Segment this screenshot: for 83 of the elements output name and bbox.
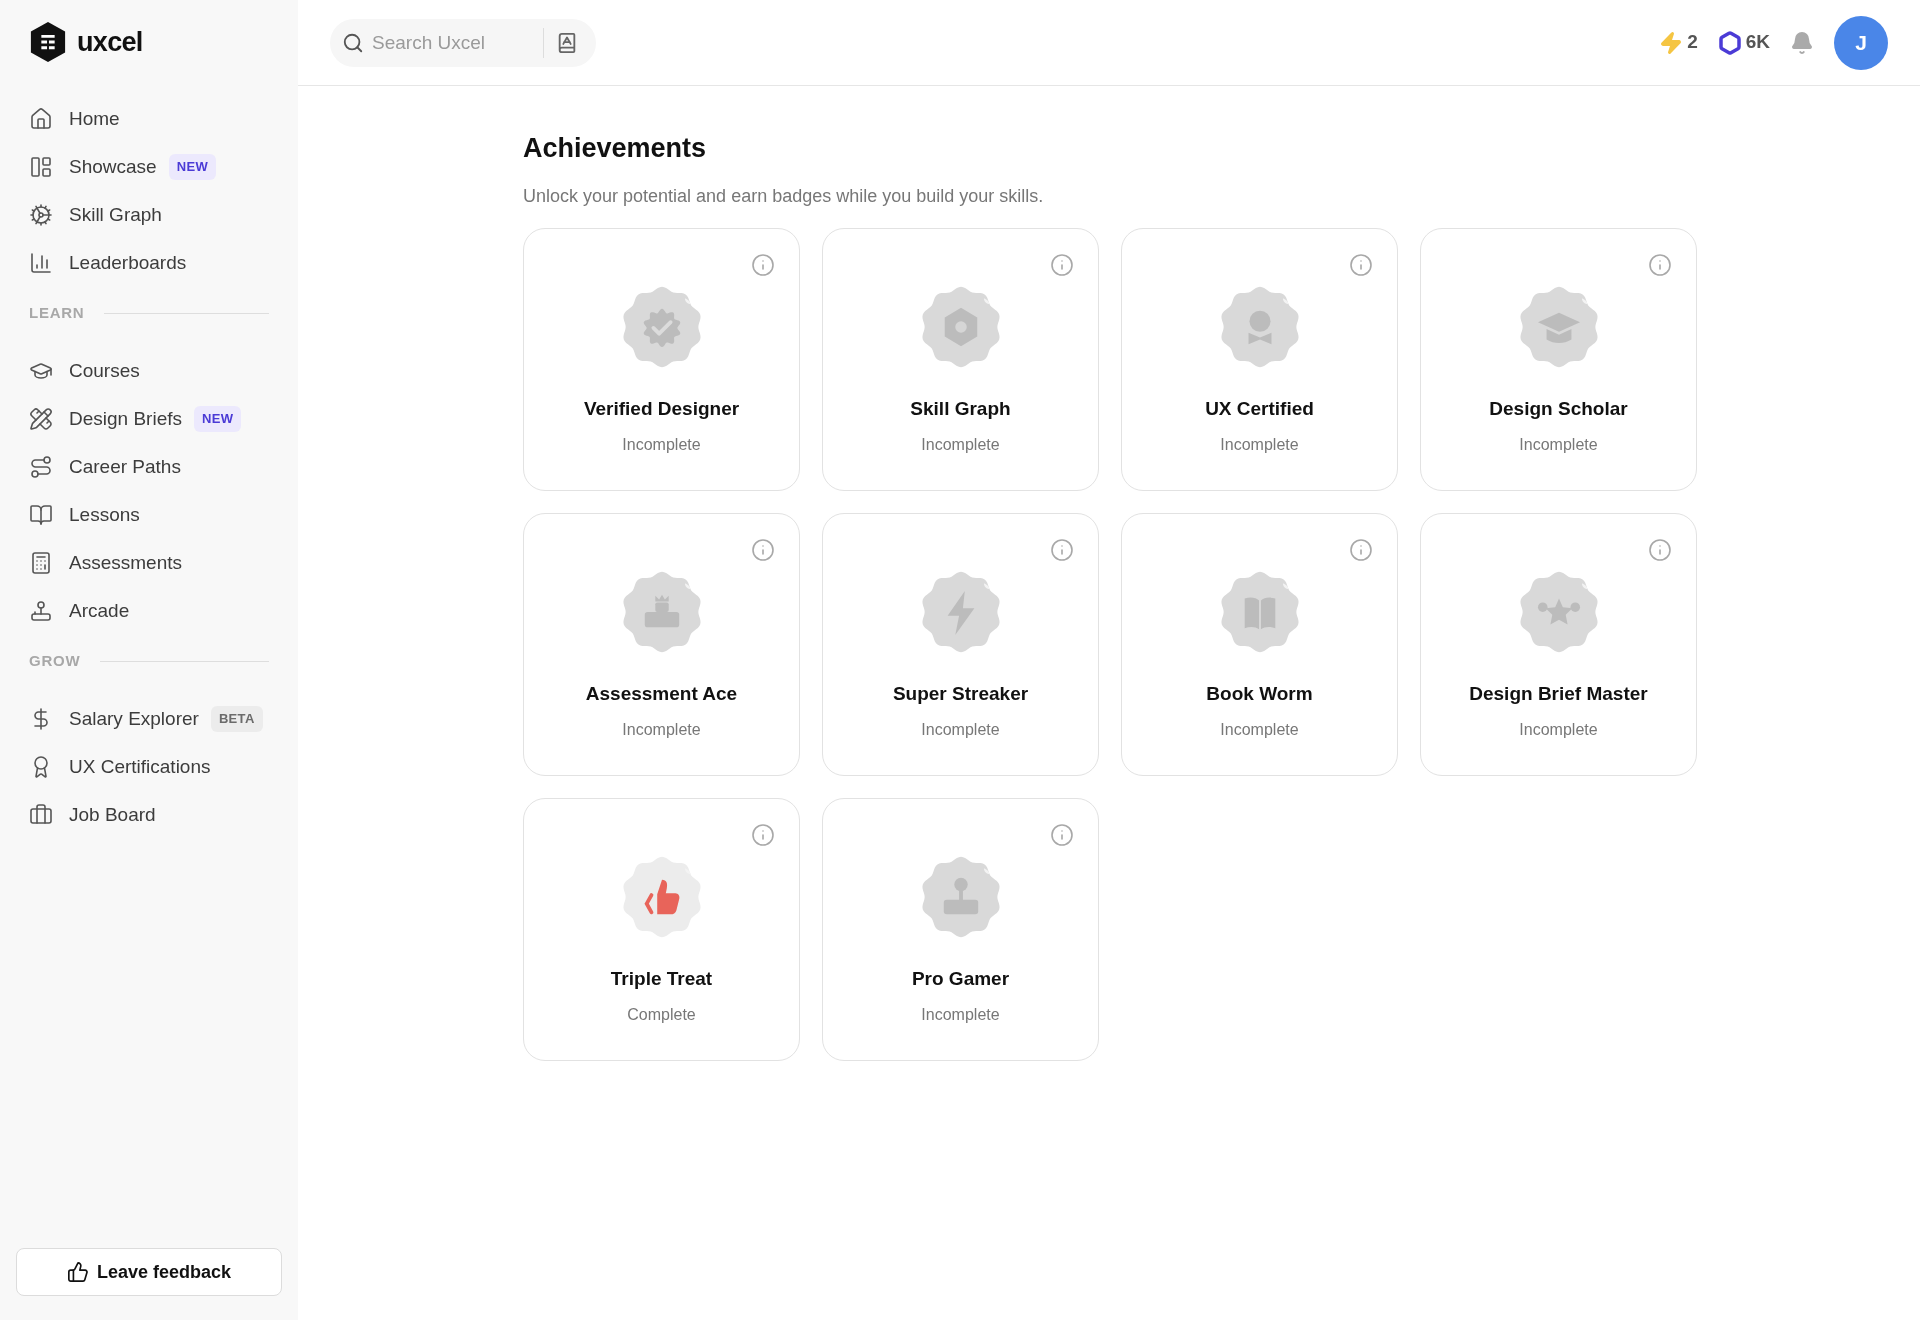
nav-item[interactable]: Home xyxy=(0,95,298,143)
achievement-card[interactable]: Verified Designer Incomplete xyxy=(523,227,800,491)
info-icon[interactable] xyxy=(1349,252,1373,277)
achievement-status: Incomplete xyxy=(622,720,701,740)
page-subtitle: Unlock your potential and earn badges while you build your skills. xyxy=(523,184,1045,208)
info-icon[interactable] xyxy=(751,252,775,277)
section-heading: GROW xyxy=(29,650,81,671)
logo-icon xyxy=(29,21,67,63)
achievement-status: Incomplete xyxy=(1220,720,1299,740)
info-icon[interactable] xyxy=(1648,537,1672,562)
lightning-icon xyxy=(1659,30,1684,55)
gem-count: 6K xyxy=(1745,30,1770,55)
achievement-name: Book Worm xyxy=(1206,681,1313,706)
achievement-name: UX Certified xyxy=(1205,396,1314,421)
briefcase-icon xyxy=(29,803,53,827)
nav-item[interactable]: Courses xyxy=(0,347,298,395)
achievement-card[interactable]: Assessment Ace Incomplete xyxy=(523,512,800,776)
nav-item[interactable]: Skill Graph xyxy=(0,191,298,239)
achievement-status: Incomplete xyxy=(921,435,1000,455)
achievement-name: Skill Graph xyxy=(910,396,1011,421)
dictionary-icon[interactable] xyxy=(556,31,578,54)
info-icon[interactable] xyxy=(751,822,775,847)
achievement-status: Incomplete xyxy=(1519,435,1598,455)
info-icon[interactable] xyxy=(751,537,775,562)
achievement-card[interactable]: Design Brief Master Incomplete xyxy=(1420,512,1697,776)
layout-icon xyxy=(29,155,53,179)
achievement-status: Incomplete xyxy=(921,1005,1000,1025)
nav-item[interactable]: Salary Explorer BETA xyxy=(0,695,298,743)
info-icon[interactable] xyxy=(1050,252,1074,277)
gear-icon xyxy=(29,203,53,227)
nav-item[interactable]: Design Briefs NEW xyxy=(0,395,298,443)
home-icon xyxy=(29,107,53,131)
achievement-card[interactable]: Triple Treat Complete xyxy=(523,797,800,1061)
nav-item[interactable]: UX Certifications xyxy=(0,743,298,791)
achievement-card[interactable]: UX Certified Incomplete xyxy=(1121,227,1398,491)
search-field[interactable]: Search Uxcel xyxy=(330,18,596,67)
route-icon xyxy=(29,455,53,479)
achievement-name: Assessment Ace xyxy=(585,681,738,706)
achievement-status: Complete xyxy=(627,1005,696,1025)
nav-item[interactable]: Career Paths xyxy=(0,443,298,491)
tag-label: BETA xyxy=(210,706,263,732)
nav-item[interactable]: Assessments xyxy=(0,539,298,587)
gem-icon xyxy=(1717,30,1742,55)
info-icon[interactable] xyxy=(1050,537,1074,562)
bar-chart-icon xyxy=(29,251,53,275)
achievement-name: Design Brief Master xyxy=(1469,681,1648,706)
pencil-ruler-icon xyxy=(29,407,53,431)
user-avatar[interactable]: J xyxy=(1834,15,1888,70)
joystick-icon xyxy=(29,599,53,623)
calculator-icon xyxy=(29,551,53,575)
achievement-status: Incomplete xyxy=(622,435,701,455)
info-icon[interactable] xyxy=(1648,252,1672,277)
nav-item[interactable]: Arcade xyxy=(0,587,298,635)
notification-bell-icon[interactable] xyxy=(1790,30,1814,55)
achievement-card[interactable]: Book Worm Incomplete xyxy=(1121,512,1398,776)
achievement-name: Design Scholar xyxy=(1489,396,1628,421)
search-icon xyxy=(342,31,364,54)
section-heading: LEARN xyxy=(29,302,85,323)
achievement-card[interactable]: Design Scholar Incomplete xyxy=(1420,227,1697,491)
info-icon[interactable] xyxy=(1050,822,1074,847)
tag-label: NEW xyxy=(168,154,216,180)
streak-count: 2 xyxy=(1687,30,1698,55)
achievement-name: Super Streaker xyxy=(892,681,1029,706)
achievement-name: Pro Gamer xyxy=(911,966,1010,991)
tag-label: NEW xyxy=(194,406,242,432)
nav-item[interactable]: Leaderboards xyxy=(0,239,298,287)
achievement-name: Verified Designer xyxy=(583,396,740,421)
thumbs-up-icon xyxy=(66,1261,89,1283)
nav-item[interactable]: Showcase NEW xyxy=(0,143,298,191)
map-icon xyxy=(29,503,53,527)
nav-item[interactable]: Job Board xyxy=(0,791,298,839)
achievement-status: Incomplete xyxy=(1220,435,1299,455)
page-title: Achievements xyxy=(523,132,708,165)
achievement-status: Incomplete xyxy=(921,720,1000,740)
achievement-status: Incomplete xyxy=(1519,720,1598,740)
logo-text: uxcel xyxy=(77,25,143,59)
achievement-card[interactable]: Super Streaker Incomplete xyxy=(822,512,1099,776)
achievement-card[interactable]: Skill Graph Incomplete xyxy=(822,227,1099,491)
achievement-card[interactable]: Pro Gamer Incomplete xyxy=(822,797,1099,1061)
achievement-name: Triple Treat xyxy=(610,966,713,991)
feedback-button[interactable]: Leave feedback xyxy=(16,1248,282,1296)
nav-item[interactable]: Lessons xyxy=(0,491,298,539)
info-icon[interactable] xyxy=(1349,537,1373,562)
